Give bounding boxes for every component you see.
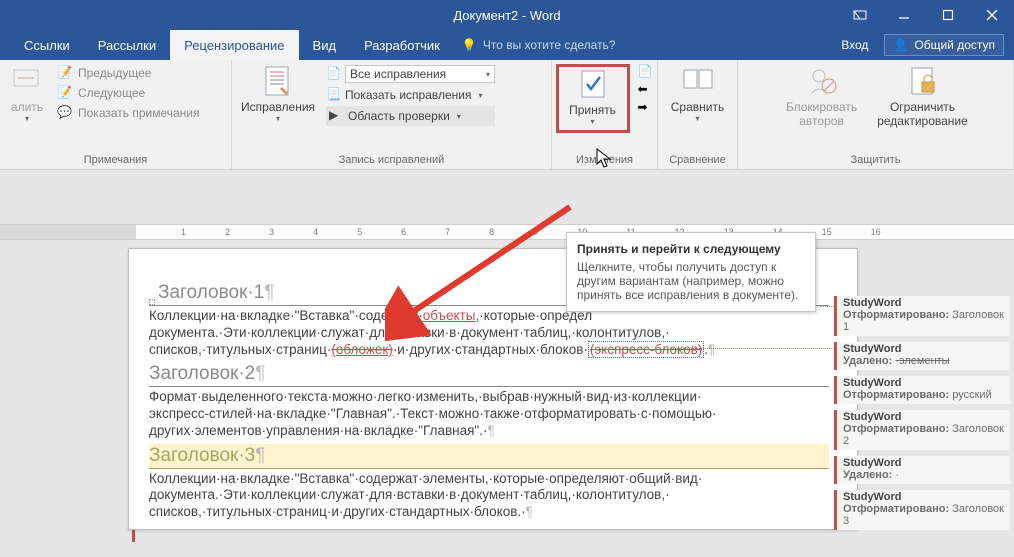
tooltip: Принять и перейти к следующему Щелкните,… [566,232,816,312]
previous-comment-button[interactable]: 📝Предыдущее [54,64,203,82]
paragraph: документа.·Эти·коллекции·служат·для·вста… [149,325,829,342]
paragraph: других·элементов·управления·на·вкладке·"… [149,423,829,440]
lightbulb-icon: 💡 [462,38,477,52]
deleted-text: (экспресс-блоков) [588,341,704,358]
horizontal-ruler[interactable]: 32112345678910111213141516 [0,224,1014,240]
inserted-text: объекты, [423,308,479,323]
compare-icon [681,64,715,98]
group-label: Изменения [560,154,649,169]
show-markup-icon: 📃 [326,87,342,103]
paragraph: экспресс-стилей·на·вкладке·"Главная".·Те… [149,406,829,423]
group-label: Запись исправлений [240,154,543,169]
next-change-button[interactable]: ➡ [638,100,654,116]
tab-review[interactable]: Рецензирование [170,30,298,60]
show-markup-button[interactable]: 📃 Показать исправления▾ [326,86,495,104]
chevron-down-icon: ▾ [695,114,699,123]
person-icon: 👤 [893,38,908,52]
review-pane-icon: ▶ [329,108,345,124]
next-icon: 📝 [57,85,73,101]
group-compare: Сравнить ▾ Сравнение [658,60,738,169]
delete-comment-button[interactable]: алить ▾ [8,64,46,123]
tell-me-search[interactable]: 💡 Что вы хотите сделать? [462,30,616,60]
paragraph: списков,·титульных·страниц·(обложек)·и·д… [149,342,829,359]
accept-icon [576,67,610,101]
tab-references[interactable]: Ссылки [10,30,84,60]
title-bar: Документ2 - Word [0,0,1014,30]
revision-item[interactable]: StudyWordОтформатировано: Заголовок 1 [834,296,1010,336]
document-title: Документ2 - Word [0,8,1014,23]
revision-item[interactable]: StudyWordУдалено: ·элементы [834,342,1010,370]
connector [670,348,840,349]
group-protect: Блокировать авторов Ограничить редактиро… [738,60,1014,169]
group-tracking: Исправления ▾ 📄 Все исправления▾ 📃 Показ… [232,60,552,169]
group-label: Защитить [746,154,1005,169]
paragraph: Коллекции·на·вкладке·"Вставка"·содержат·… [149,471,829,488]
restrict-editing-button[interactable]: Ограничить редактирование [873,64,973,128]
paragraph: документа.·Эти·коллекции·служат·для·вста… [149,487,829,504]
group-label: Сравнение [666,154,729,169]
block-authors-button[interactable]: Блокировать авторов [779,64,865,128]
chevron-down-icon: ▾ [590,117,594,126]
deleted-text: (обложек) [331,342,392,357]
group-label: Примечания [8,154,223,169]
compare-button[interactable]: Сравнить ▾ [666,64,729,123]
paragraph: Формат·выделенного·текста·можно·легко·из… [149,389,829,406]
revision-item[interactable]: StudyWordОтформатировано: Заголовок 2 [834,410,1010,450]
signin-link[interactable]: Вход [841,38,868,52]
heading-2: Заголовок·2¶ [149,362,829,387]
tab-view[interactable]: Вид [299,30,351,60]
restrict-editing-icon [906,64,940,98]
revisions-pane: StudyWordОтформатировано: Заголовок 1 St… [834,296,1010,536]
show-comments-button[interactable]: 💬Показать примечания [54,104,203,122]
tab-developer[interactable]: Разработчик [350,30,454,60]
accept-highlight: Принять ▾ [556,64,630,133]
ribbon-tabs: Ссылки Рассылки Рецензирование Вид Разра… [0,30,1014,60]
tooltip-body: Щелкните, чтобы получить доступ к другим… [577,260,805,302]
markup-view-icon: 📄 [326,66,342,82]
ribbon: алить ▾ 📝Предыдущее 📝Следующее 💬Показать… [0,60,1014,170]
paragraph: списков,·титульных·страниц·и·других·стан… [149,504,829,521]
review-pane-button[interactable]: ▶ Область проверки▾ [326,106,495,126]
track-changes-button[interactable]: Исправления ▾ [240,64,316,123]
accept-button[interactable]: Принять ▾ [563,67,623,126]
prev-icon: 📝 [57,65,73,81]
markup-view-select[interactable]: 📄 Все исправления▾ [326,64,495,84]
next-comment-button[interactable]: 📝Следующее [54,84,203,102]
track-changes-icon [261,64,295,98]
block-authors-icon [805,64,839,98]
group-changes: Принять ▾ 📄 ⬅ ➡ Изменения [552,60,658,169]
group-comments: алить ▾ 📝Предыдущее 📝Следующее 💬Показать… [0,60,232,169]
prev-change-button[interactable]: ⬅ [638,82,654,98]
revision-item[interactable]: StudyWordОтформатировано: русский [834,376,1010,404]
tab-mailings[interactable]: Рассылки [84,30,170,60]
tooltip-title: Принять и перейти к следующему [577,242,805,256]
delete-comment-icon [10,64,44,98]
revision-item[interactable]: StudyWordУдалено: · [834,456,1010,484]
revision-item[interactable]: StudyWordОтформатировано: Заголовок 3 [834,490,1010,530]
reject-button[interactable]: 📄 [638,64,654,80]
heading-3: Заголовок·3¶ [149,444,829,469]
share-button[interactable]: 👤 Общий доступ [884,34,1004,56]
chevron-down-icon: ▾ [25,114,29,123]
chevron-down-icon: ▾ [276,114,280,123]
show-comments-icon: 💬 [57,105,73,121]
